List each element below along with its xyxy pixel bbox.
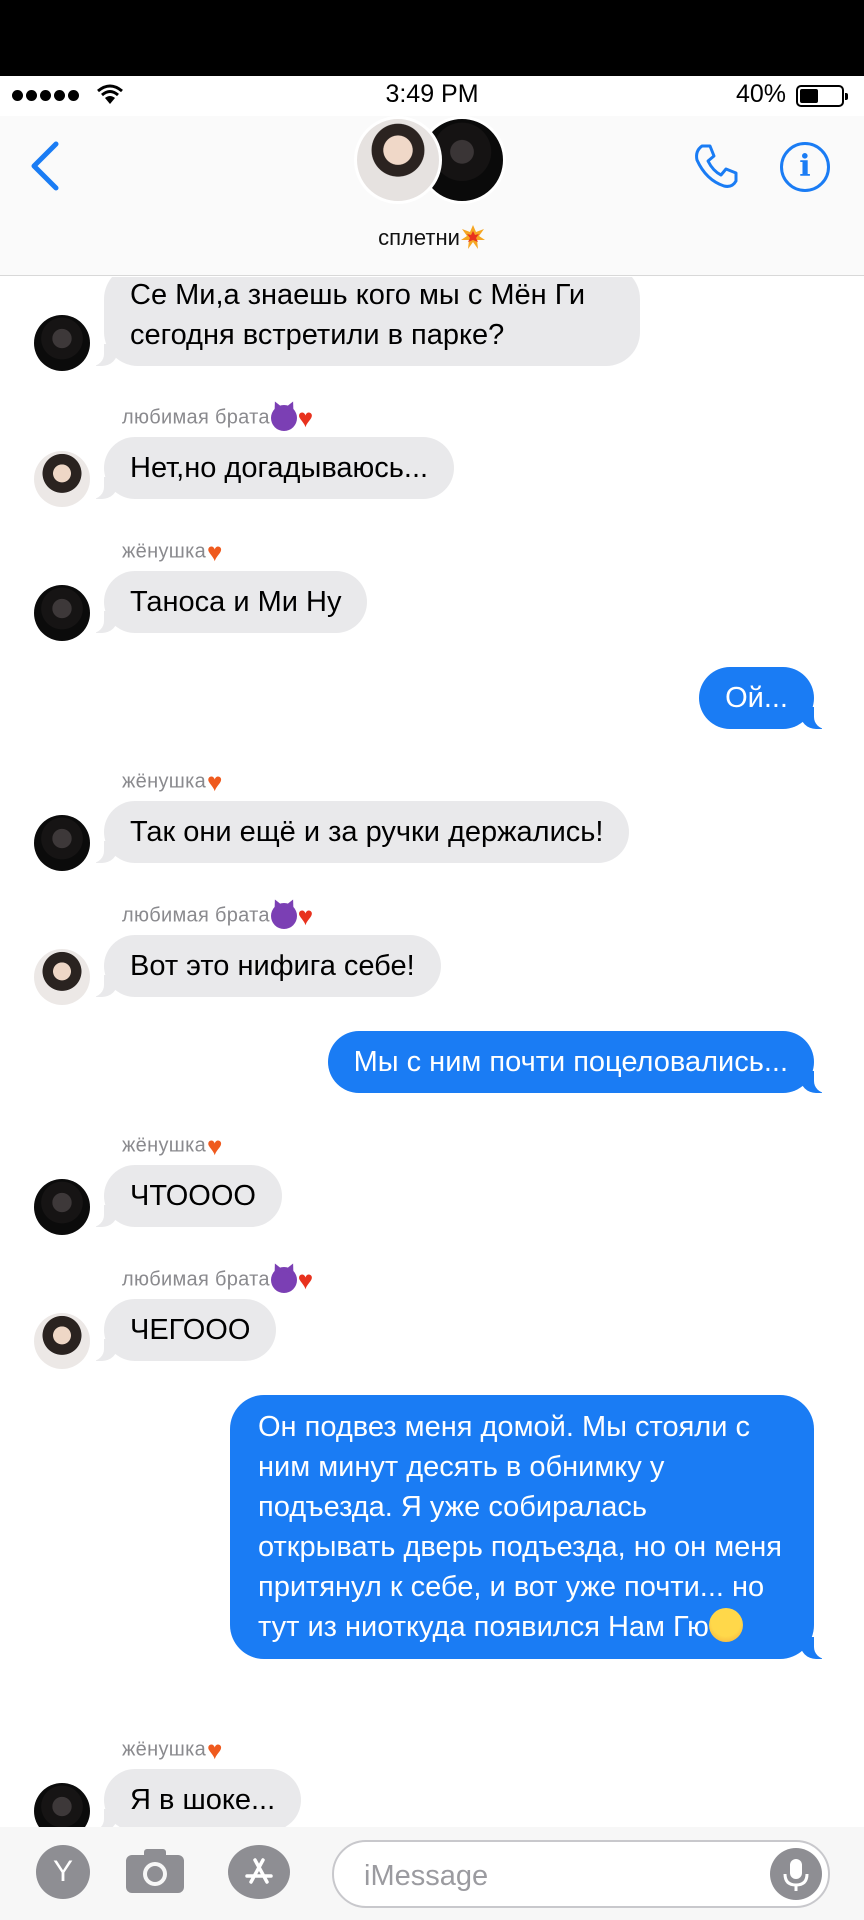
red-heart-icon: ♥	[297, 901, 314, 931]
camera-icon[interactable]	[124, 1847, 186, 1895]
conversation-header: сплетни i	[0, 116, 864, 276]
back-chevron-icon[interactable]	[26, 140, 66, 192]
sender-avatar[interactable]	[34, 1783, 90, 1827]
sender-name-text: жёнушка	[122, 1134, 207, 1157]
red-heart-icon: ♥	[297, 1265, 314, 1295]
angry-face-icon	[708, 1608, 743, 1642]
message-list[interactable]: Се Ми,а знаешь кого мы с Мён Ги сегодня …	[0, 277, 864, 1827]
top-letterbox	[0, 0, 864, 76]
message-bubble-incoming[interactable]: Нет,но догадываюсь...	[91, 437, 455, 499]
battery-percent: 40%	[735, 80, 786, 108]
imessage-input[interactable]: iMessage	[332, 1840, 830, 1908]
sender-name-text: жёнушка	[122, 770, 207, 793]
sender-avatar[interactable]	[34, 585, 90, 641]
microphone-icon[interactable]	[770, 1848, 822, 1900]
message-bubble-incoming[interactable]: Я в шоке...	[91, 1769, 302, 1827]
info-icon[interactable]: i	[780, 142, 830, 192]
message-bubble-incoming[interactable]: ЧЕГООО	[91, 1299, 277, 1361]
sender-name: жёнушка♥	[122, 1737, 223, 1763]
sender-name: любимая брата ♥	[122, 1267, 314, 1293]
message-bubble-outgoing[interactable]: Ой...	[699, 667, 826, 729]
sender-avatar[interactable]	[34, 815, 90, 871]
explosion-icon	[460, 225, 485, 249]
sender-name-text: жёнушка	[122, 540, 207, 563]
sender-avatar[interactable]	[34, 1179, 90, 1235]
sender-name-text: жёнушка	[122, 1738, 207, 1761]
sender-name-text: любимая брата	[122, 904, 270, 927]
group-avatars[interactable]	[354, 116, 510, 208]
imessage-placeholder: iMessage	[364, 1860, 489, 1892]
heart-on-fire-icon: ♥	[207, 1735, 223, 1765]
heart-on-fire-icon: ♥	[207, 537, 223, 567]
message-text: Он подвез меня домой. Мы стояли с ним ми…	[258, 1411, 782, 1643]
battery-icon	[796, 85, 848, 107]
app-drawer-button[interactable]: Y	[36, 1845, 90, 1899]
message-bubble-incoming[interactable]: Так они ещё и за ручки держались!	[91, 801, 630, 863]
sender-name: жёнушка♥	[122, 539, 223, 565]
message-bubble-incoming[interactable]: ЧТОООО	[92, 1165, 282, 1227]
sender-avatar[interactable]	[34, 949, 90, 1005]
sender-name-text: любимая брата	[122, 1268, 270, 1291]
phone-icon[interactable]	[690, 140, 742, 192]
message-bubble-incoming[interactable]: Таноса и Ми Ну	[91, 571, 368, 633]
app-store-icon[interactable]	[228, 1845, 290, 1899]
status-time: 3:49 PM	[385, 80, 479, 108]
sender-avatar[interactable]	[34, 451, 90, 507]
member-avatar	[354, 116, 442, 204]
red-heart-icon: ♥	[297, 403, 314, 433]
sender-avatar[interactable]	[34, 315, 90, 371]
message-composer: Y iMessage	[0, 1827, 864, 1920]
heart-on-fire-icon: ♥	[207, 767, 223, 797]
message-bubble-incoming[interactable]: Се Ми,а знаешь кого мы с Мён Ги сегодня …	[92, 277, 640, 366]
sender-name: любимая брата ♥	[122, 903, 314, 929]
devil-icon	[270, 1267, 297, 1293]
message-bubble-outgoing[interactable]: Мы с ним почти поцеловались...	[327, 1031, 827, 1093]
sender-name: жёнушка♥	[122, 769, 223, 795]
message-bubble-outgoing[interactable]: Он подвез меня домой. Мы стояли с ним ми…	[230, 1395, 826, 1659]
sender-name: любимая брата ♥	[122, 405, 314, 431]
status-bar: 3:49 PM 40%	[0, 76, 864, 116]
message-bubble-incoming[interactable]: Вот это нифига себе!	[92, 935, 441, 997]
group-name-text: сплетни	[378, 225, 460, 250]
devil-icon	[270, 903, 297, 929]
sender-name: жёнушка♥	[122, 1133, 223, 1159]
sender-name-text: любимая брата	[122, 406, 270, 429]
heart-on-fire-icon: ♥	[207, 1131, 223, 1161]
devil-icon	[270, 405, 297, 431]
sender-avatar[interactable]	[34, 1313, 90, 1369]
group-title[interactable]: сплетни	[0, 224, 864, 251]
